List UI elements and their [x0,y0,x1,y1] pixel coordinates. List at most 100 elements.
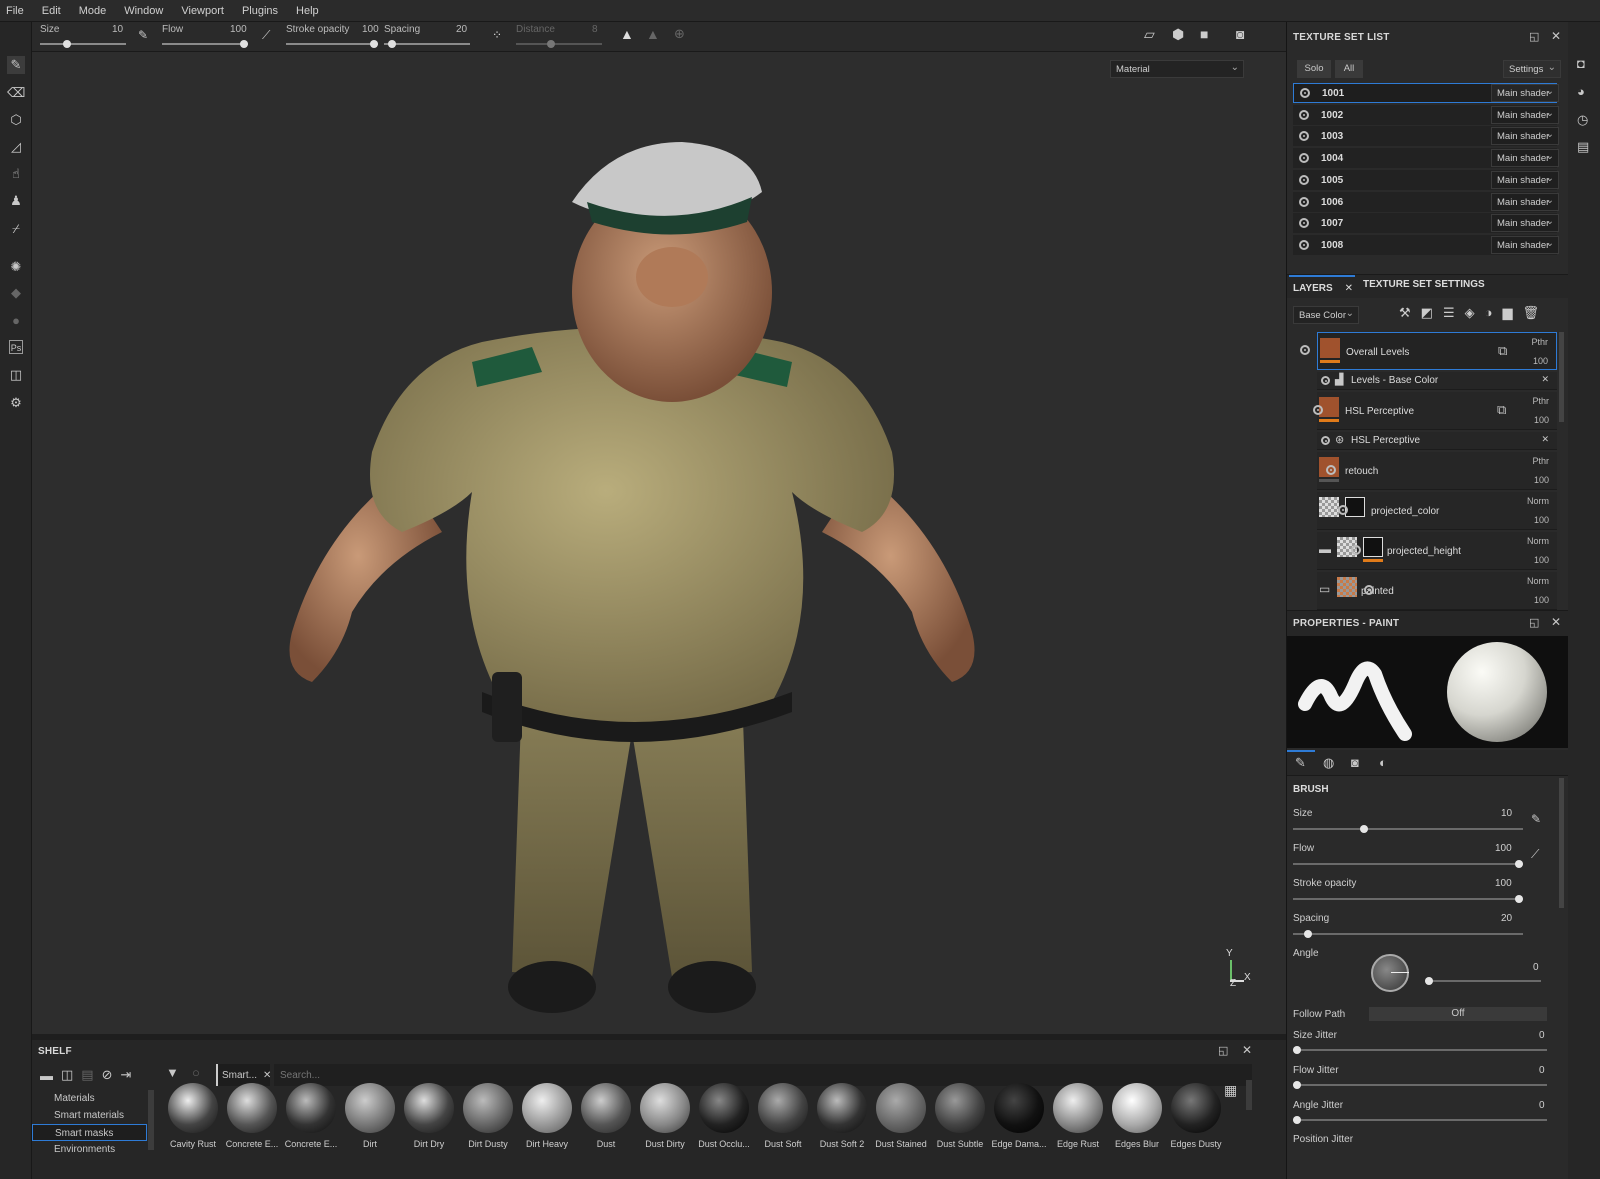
log-icon[interactable]: ▤ [1577,139,1589,155]
prop-flow-jitter-knob[interactable] [1293,1081,1301,1089]
eye-icon[interactable] [1299,110,1309,120]
effect-remove-icon[interactable]: ✕ [1541,374,1549,385]
add-folder-icon[interactable]: ▆ [1502,305,1512,321]
size-slider-knob[interactable] [63,40,72,48]
category-materials[interactable]: Materials [32,1090,147,1107]
shader-dropdown[interactable]: Main shader [1491,214,1559,232]
shelf-item-thumb[interactable] [758,1083,808,1133]
eye-icon[interactable] [1299,197,1309,207]
category-smart-masks[interactable]: Smart masks [32,1124,147,1141]
shader-dropdown[interactable]: Main shader [1491,149,1559,167]
prop-flow-jitter-slider[interactable] [1293,1081,1547,1089]
stencil-tab-icon[interactable]: ◐ [1379,755,1387,770]
symmetry-settings-icon[interactable]: ▲ [646,26,660,42]
tab-layers[interactable]: LAYERS ✕ [1289,275,1355,299]
add-effect-icon[interactable]: ⚒ [1399,305,1411,321]
shelf-item-thumb[interactable] [935,1083,985,1133]
eye-icon[interactable] [1299,131,1309,141]
texture-set-close-icon[interactable]: ✕ [1551,29,1561,43]
video-camera-icon[interactable]: ■ [1200,26,1208,42]
layer-blend-mode[interactable]: Pthr [1532,456,1549,466]
bake-icon[interactable]: ✺ [7,258,25,276]
layer-opacity[interactable]: 100 [1534,475,1549,485]
projection-tool-icon[interactable]: ⬡ [7,111,25,129]
eye-icon[interactable] [1299,153,1309,163]
lazy-mouse-icon[interactable]: ⁘ [492,28,502,42]
prop-angle-slider[interactable] [1425,977,1541,985]
list-icon[interactable]: ▤ [81,1067,93,1083]
paint-brush-icon[interactable]: ✎ [7,56,25,74]
texture-set-maximize-icon[interactable]: ◱ [1529,30,1539,43]
shelf-item-thumb[interactable] [227,1083,277,1133]
menu-help[interactable]: Help [296,5,319,17]
shelf-item-thumb[interactable] [168,1083,218,1133]
spacing-slider[interactable] [384,40,470,48]
layer-blend-mode[interactable]: Norm [1527,496,1549,506]
stroke-opacity-knob[interactable] [370,40,378,48]
settings-dropdown[interactable]: Settings [1503,60,1561,78]
prop-angle-knob[interactable] [1425,977,1433,985]
layer-visibility-icon[interactable] [1325,465,1336,475]
effect-visibility-icon[interactable] [1321,436,1330,445]
size-pressure-icon[interactable]: ✎ [1531,812,1541,826]
prop-stroke-opacity-value[interactable]: 100 [1495,878,1512,889]
instance-icon[interactable]: ⧉ [1497,402,1506,418]
filter-icon[interactable]: ▼ [166,1065,179,1080]
shelf-item-thumb[interactable] [876,1083,926,1133]
eye-icon[interactable] [1299,240,1309,250]
layer-opacity[interactable]: 100 [1534,555,1549,565]
prop-spacing-knob[interactable] [1304,930,1313,938]
prop-angle-jitter-knob[interactable] [1293,1116,1301,1124]
layer-opacity[interactable]: 100 [1534,515,1549,525]
hide-icon[interactable]: ⊘ [102,1067,113,1083]
effect-row[interactable]: ⊛ HSL Perceptive ✕ [1317,432,1557,450]
eye-icon[interactable] [1299,175,1309,185]
layer-row[interactable]: projected_color Norm 100 [1317,492,1557,530]
shelf-item-thumb[interactable] [286,1083,336,1133]
eraser-icon[interactable]: ⌫ [7,84,25,102]
shader-dropdown[interactable]: Main shader [1491,106,1559,124]
pen-pressure-icon[interactable]: ✎ [138,28,148,42]
add-mask-icon[interactable]: ◩ [1421,305,1433,321]
prop-angle-value[interactable]: 0 [1533,962,1539,973]
prop-flow-jitter-value[interactable]: 0 [1539,1065,1545,1076]
flow-slider[interactable] [162,40,248,48]
projection-icon[interactable]: ⊕ [674,26,685,42]
layer-blend-mode[interactable]: Norm [1527,536,1549,546]
shader-dropdown[interactable]: Main shader [1491,236,1559,254]
smudge-icon[interactable]: ☝ [7,165,25,183]
shelf-maximize-icon[interactable]: ◱ [1218,1044,1228,1057]
camera-view-icon[interactable]: ▱ [1144,26,1155,43]
viewport-mode-dropdown[interactable]: Material [1110,60,1244,78]
cube-icon[interactable]: ⬢ [1172,26,1184,43]
shelf-item-thumb[interactable] [404,1083,454,1133]
clone-stamp-icon[interactable]: ♟ [7,192,25,210]
photoshop-icon[interactable]: Ps [9,340,23,354]
prop-stroke-opacity-knob[interactable] [1515,895,1523,903]
layer-blend-mode[interactable]: Norm [1527,576,1549,586]
settings-gear-icon[interactable]: ⚙ [7,394,25,412]
menu-window[interactable]: Window [124,5,163,17]
effect-remove-icon[interactable]: ✕ [1541,434,1549,445]
eye-icon[interactable] [1299,218,1309,228]
properties-close-icon[interactable]: ✕ [1551,615,1561,629]
folder-icon[interactable]: ▬ [40,1068,53,1083]
size-slider[interactable] [40,40,126,48]
prop-flow-value[interactable]: 100 [1495,843,1512,854]
prop-angle-jitter-slider[interactable] [1293,1116,1547,1124]
eye-icon[interactable] [1300,88,1310,98]
shelf-tab[interactable]: Smart... ✕ [216,1064,271,1086]
shelf-tab-close-icon[interactable]: ✕ [263,1070,271,1081]
shader-dropdown[interactable]: Main shader [1491,171,1559,189]
prop-flow-slider[interactable] [1293,860,1523,868]
menu-viewport[interactable]: Viewport [181,5,224,17]
menu-file[interactable]: File [6,5,24,17]
folder-icon[interactable]: ▬ [1319,542,1331,556]
add-layer-icon[interactable]: ☰ [1443,305,1455,321]
menu-plugins[interactable]: Plugins [242,5,278,17]
prop-size-jitter-knob[interactable] [1293,1046,1301,1054]
stroke-opacity-slider[interactable] [286,40,378,48]
shader-dropdown[interactable]: Main shader [1491,84,1559,102]
effect-visibility-icon[interactable] [1321,376,1330,385]
layer-row[interactable]: ▭ painted Norm 100 [1317,572,1557,610]
